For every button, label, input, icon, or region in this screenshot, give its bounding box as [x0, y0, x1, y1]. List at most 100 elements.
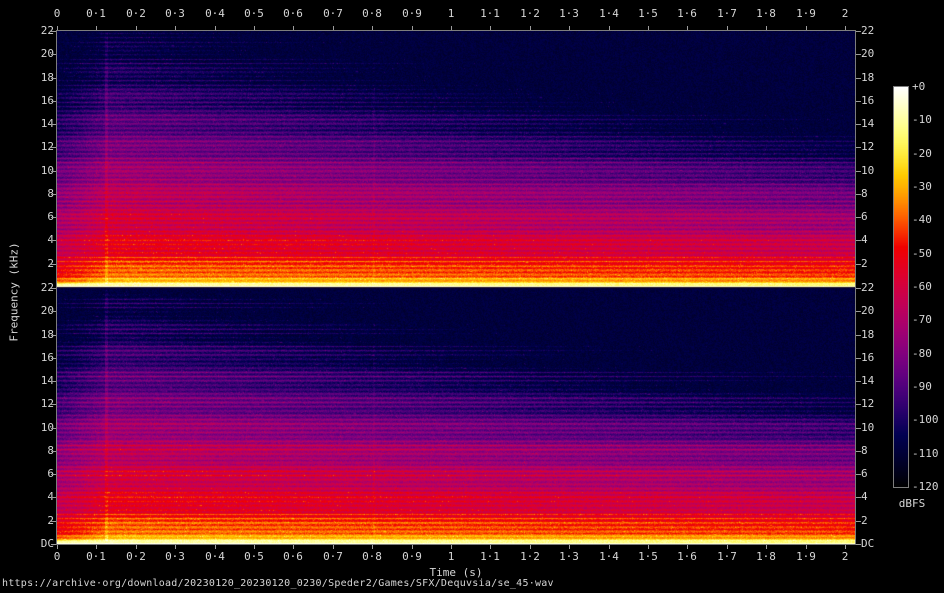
- x-tick-label: 0·5: [232, 7, 276, 20]
- y-tick-mark: [856, 217, 861, 218]
- x-tick-label: 0·1: [74, 7, 118, 20]
- y-tick-label: 8: [26, 444, 54, 457]
- x-tick-label: 0·4: [193, 550, 237, 563]
- y-tick-label: 20: [26, 304, 54, 317]
- y-tick-mark: [856, 78, 861, 79]
- y-tick-mark: [51, 217, 56, 218]
- x-tick-label: 1·1: [468, 7, 512, 20]
- x-tick-label: 1·4: [587, 7, 631, 20]
- y-tick-label: DC: [26, 537, 54, 550]
- x-tick-mark: [215, 545, 216, 549]
- colorbar-tick-label: -40: [912, 213, 932, 226]
- y-tick-mark: [856, 521, 861, 522]
- x-tick-mark: [530, 545, 531, 549]
- colorbar-tick-label: -120: [912, 480, 939, 493]
- x-tick-label: 0·9: [390, 550, 434, 563]
- colorbar-tick-label: -110: [912, 447, 939, 460]
- y-tick-label: 6: [26, 467, 54, 480]
- x-tick-label: 1·3: [547, 550, 591, 563]
- x-tick-label: 1·8: [744, 7, 788, 20]
- spectrogram-heatmap: [57, 31, 855, 544]
- x-tick-label: 0·3: [153, 550, 197, 563]
- y-tick-label: 12: [26, 140, 54, 153]
- y-tick-label: 8: [26, 187, 54, 200]
- colorbar-tick-label: -20: [912, 147, 932, 160]
- x-tick-mark: [57, 26, 58, 30]
- y-tick-mark: [856, 474, 861, 475]
- x-tick-label: 1·6: [665, 550, 709, 563]
- x-tick-label: 1·9: [784, 7, 828, 20]
- x-tick-label: 0·2: [114, 550, 158, 563]
- y-tick-label: 22: [26, 281, 54, 294]
- x-tick-mark: [175, 26, 176, 30]
- y-tick-label: 8: [861, 444, 895, 457]
- colorbar-tick-label: -80: [912, 347, 932, 360]
- x-tick-mark: [609, 545, 610, 549]
- x-tick-label: 0·5: [232, 550, 276, 563]
- x-tick-mark: [648, 26, 649, 30]
- x-tick-mark: [215, 26, 216, 30]
- x-tick-label: 1·1: [468, 550, 512, 563]
- y-tick-label: 10: [861, 164, 895, 177]
- y-tick-mark: [51, 54, 56, 55]
- y-tick-mark: [51, 78, 56, 79]
- colorbar-tick-label: -30: [912, 180, 932, 193]
- x-tick-mark: [293, 26, 294, 30]
- y-tick-label: 18: [26, 328, 54, 341]
- x-tick-mark: [175, 545, 176, 549]
- y-tick-label: 4: [861, 233, 895, 246]
- y-tick-label: 10: [861, 421, 895, 434]
- y-tick-mark: [51, 358, 56, 359]
- x-tick-mark: [333, 26, 334, 30]
- x-tick-label: 1·4: [587, 550, 631, 563]
- y-tick-label: 14: [861, 117, 895, 130]
- x-tick-label: 1: [429, 7, 473, 20]
- y-tick-label: 6: [861, 467, 895, 480]
- y-tick-mark: [51, 240, 56, 241]
- colorbar-tick-label: +0: [912, 80, 925, 93]
- x-tick-label: 1: [429, 550, 473, 563]
- y-tick-label: DC: [861, 537, 895, 550]
- x-tick-label: 0·3: [153, 7, 197, 20]
- x-tick-label: 0: [35, 7, 79, 20]
- y-tick-label: 20: [861, 47, 895, 60]
- y-tick-mark: [856, 194, 861, 195]
- x-tick-label: 2: [823, 7, 867, 20]
- y-tick-mark: [51, 544, 56, 545]
- x-tick-mark: [766, 26, 767, 30]
- colorbar-tick-label: -10: [912, 113, 932, 126]
- x-tick-mark: [254, 545, 255, 549]
- x-tick-mark: [569, 545, 570, 549]
- x-tick-label: 2: [823, 550, 867, 563]
- y-tick-label: 4: [26, 233, 54, 246]
- y-tick-mark: [51, 171, 56, 172]
- y-tick-mark: [856, 335, 861, 336]
- y-tick-label: 6: [861, 210, 895, 223]
- y-tick-label: 22: [861, 281, 895, 294]
- y-tick-label: 6: [26, 210, 54, 223]
- x-tick-mark: [569, 26, 570, 30]
- x-tick-label: 0·9: [390, 7, 434, 20]
- y-tick-label: 2: [26, 514, 54, 527]
- y-tick-mark: [856, 171, 861, 172]
- x-tick-mark: [451, 26, 452, 30]
- y-tick-mark: [856, 147, 861, 148]
- spectrogram-figure: Time (s) Frequency (kHz) dBFS https://ar…: [0, 0, 944, 593]
- colorbar-tick-label: -100: [912, 413, 939, 426]
- x-tick-label: 1·7: [705, 7, 749, 20]
- x-tick-label: 0·8: [350, 7, 394, 20]
- y-tick-label: 18: [861, 328, 895, 341]
- y-tick-label: 8: [861, 187, 895, 200]
- x-tick-mark: [136, 26, 137, 30]
- y-tick-mark: [856, 451, 861, 452]
- y-tick-label: 2: [861, 257, 895, 270]
- y-tick-mark: [51, 497, 56, 498]
- y-tick-label: 12: [861, 140, 895, 153]
- y-tick-mark: [51, 31, 56, 32]
- x-tick-label: 0·8: [350, 550, 394, 563]
- colorbar-gradient: [894, 87, 908, 487]
- y-tick-label: 14: [26, 117, 54, 130]
- x-tick-label: 0·6: [271, 7, 315, 20]
- x-tick-label: 1·2: [508, 550, 552, 563]
- y-tick-label: 10: [26, 164, 54, 177]
